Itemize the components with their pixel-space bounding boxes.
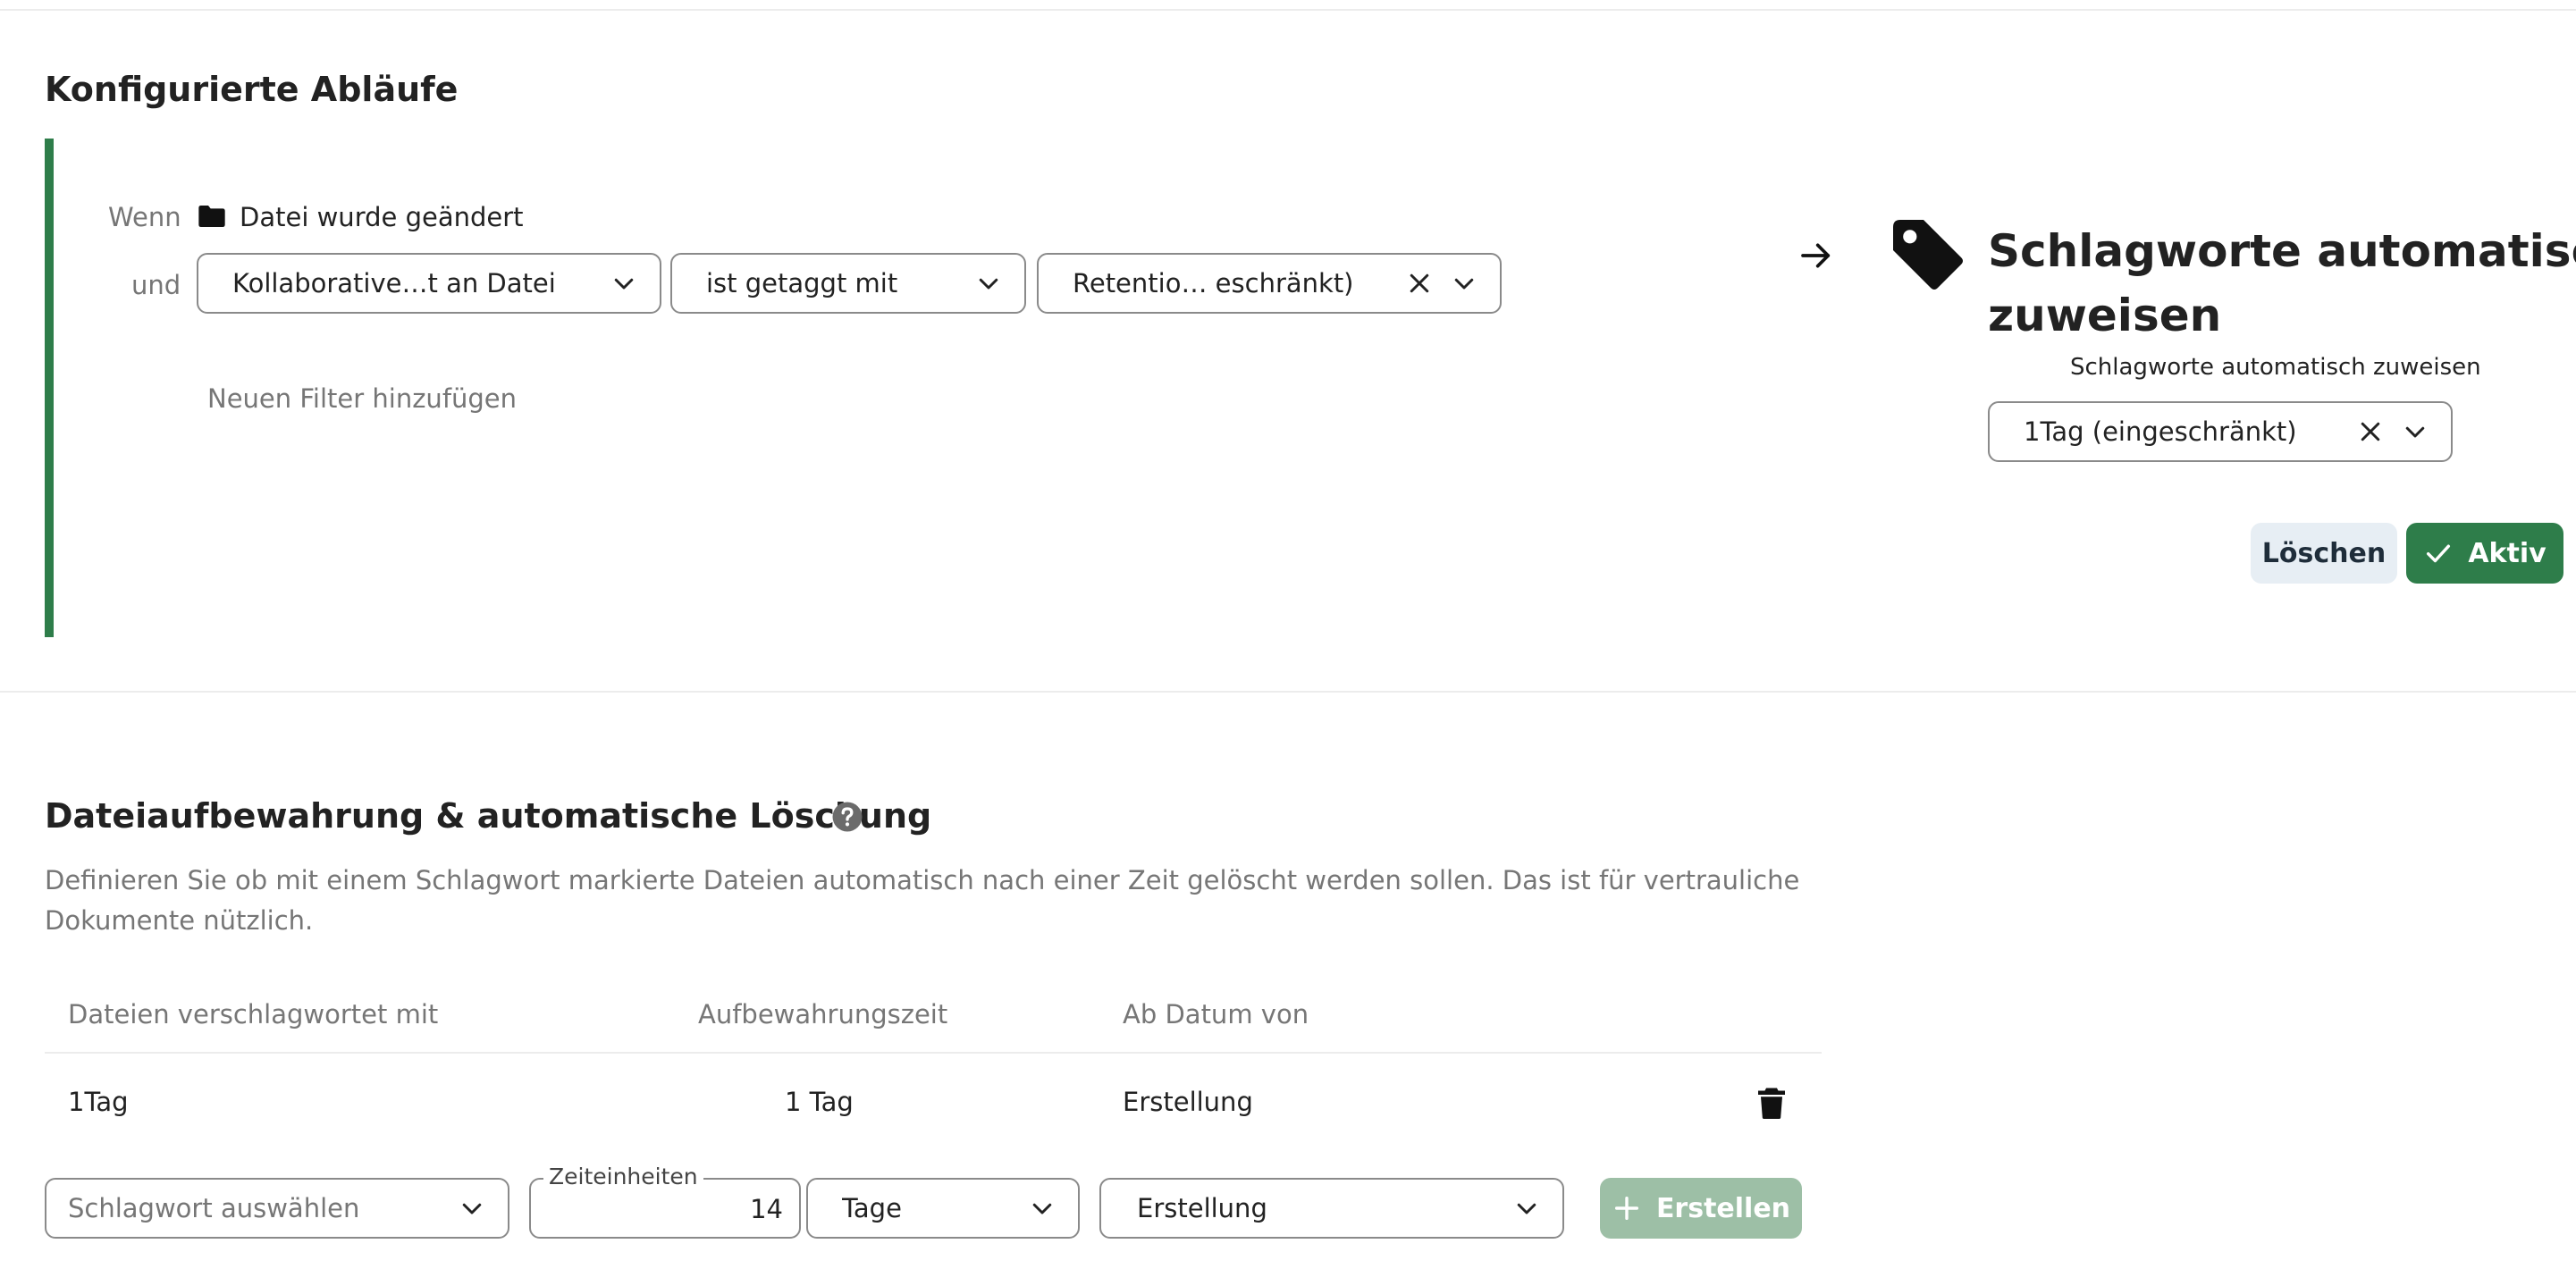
active-toggle-button[interactable]: Aktiv xyxy=(2406,523,2563,584)
from-date-select[interactable]: Erstellung xyxy=(1099,1178,1564,1239)
action-subtitle: Schlagworte automatisch zuweisen xyxy=(2070,354,2481,381)
chevron-down-icon[interactable] xyxy=(971,265,1006,301)
create-label: Erstellen xyxy=(1655,1192,1791,1224)
section-divider xyxy=(0,691,2576,693)
chevron-down-icon[interactable] xyxy=(454,1190,490,1226)
clear-icon[interactable] xyxy=(1402,265,1437,301)
time-units-legend: Zeiteinheiten xyxy=(543,1164,703,1189)
chevron-down-icon[interactable] xyxy=(1024,1190,1060,1226)
column-header-tag: Dateien verschlagwortet mit xyxy=(68,999,439,1029)
column-header-from: Ab Datum von xyxy=(1123,999,1309,1029)
filter-value-select[interactable]: Retentio… eschränkt) xyxy=(1037,253,1502,314)
chevron-down-icon[interactable] xyxy=(2397,414,2433,450)
retention-description-line1: Definieren Sie ob mit einem Schlagwort m… xyxy=(45,865,1800,895)
chevron-down-icon[interactable] xyxy=(1509,1190,1545,1226)
plus-icon xyxy=(1614,1196,1638,1221)
flows-title: Konfigurierte Abläufe xyxy=(45,70,459,109)
tag-assign-value: 1Tag (eingeschränkt) xyxy=(2024,416,2297,447)
row-tag: 1Tag xyxy=(68,1087,129,1117)
help-icon[interactable] xyxy=(831,801,863,833)
create-rule-button[interactable]: Erstellen xyxy=(1600,1178,1802,1239)
trigger-event: Datei wurde geändert xyxy=(240,202,524,232)
filter-operator-select[interactable]: ist getaggt mit xyxy=(670,253,1026,314)
arrow-right-icon xyxy=(1797,238,1836,273)
chevron-down-icon[interactable] xyxy=(1446,265,1482,301)
time-unit-select[interactable]: Tage xyxy=(806,1178,1080,1239)
check-icon xyxy=(2427,544,2451,563)
retention-title: Dateiaufbewahrung & automatische Löschun… xyxy=(45,796,932,836)
column-header-time: Aufbewahrungszeit xyxy=(698,999,948,1029)
time-units-value[interactable]: 14 xyxy=(750,1194,783,1224)
add-filter-link[interactable]: Neuen Filter hinzufügen xyxy=(207,383,517,414)
tag-select[interactable]: Schlagwort auswählen xyxy=(45,1178,509,1239)
row-from: Erstellung xyxy=(1123,1087,1253,1117)
row-time: 1 Tag xyxy=(785,1087,854,1117)
action-title-line2: zuweisen xyxy=(1988,290,2222,341)
from-date-value: Erstellung xyxy=(1137,1193,1267,1223)
action-title-line1: Schlagworte automatisch xyxy=(1988,225,2576,277)
tag-assign-select[interactable]: 1Tag (eingeschränkt) xyxy=(1988,401,2453,462)
clear-icon[interactable] xyxy=(2353,414,2388,450)
when-label: Wenn xyxy=(108,202,181,232)
folder-icon xyxy=(198,204,226,229)
filter-value-text: Retentio… eschränkt) xyxy=(1073,268,1354,298)
and-label: und xyxy=(131,270,181,300)
retention-description-line2: Dokumente nützlich. xyxy=(45,905,314,936)
filter-attribute-value: Kollaborative…t an Datei xyxy=(232,268,556,298)
filter-operator-value: ist getaggt mit xyxy=(706,268,898,298)
delete-flow-button[interactable]: Löschen xyxy=(2251,523,2397,584)
chevron-down-icon[interactable] xyxy=(606,265,642,301)
tag-select-placeholder: Schlagwort auswählen xyxy=(68,1193,360,1223)
tag-icon xyxy=(1884,211,1970,297)
top-divider xyxy=(0,9,2576,11)
flow-status-bar xyxy=(45,139,54,637)
time-unit-value: Tage xyxy=(842,1193,902,1223)
active-label: Aktiv xyxy=(2468,537,2547,569)
table-header-divider xyxy=(45,1052,1822,1054)
time-units-input[interactable]: Zeiteinheiten 14 xyxy=(529,1164,801,1239)
filter-attribute-select[interactable]: Kollaborative…t an Datei xyxy=(197,253,661,314)
trash-icon[interactable] xyxy=(1755,1085,1788,1121)
